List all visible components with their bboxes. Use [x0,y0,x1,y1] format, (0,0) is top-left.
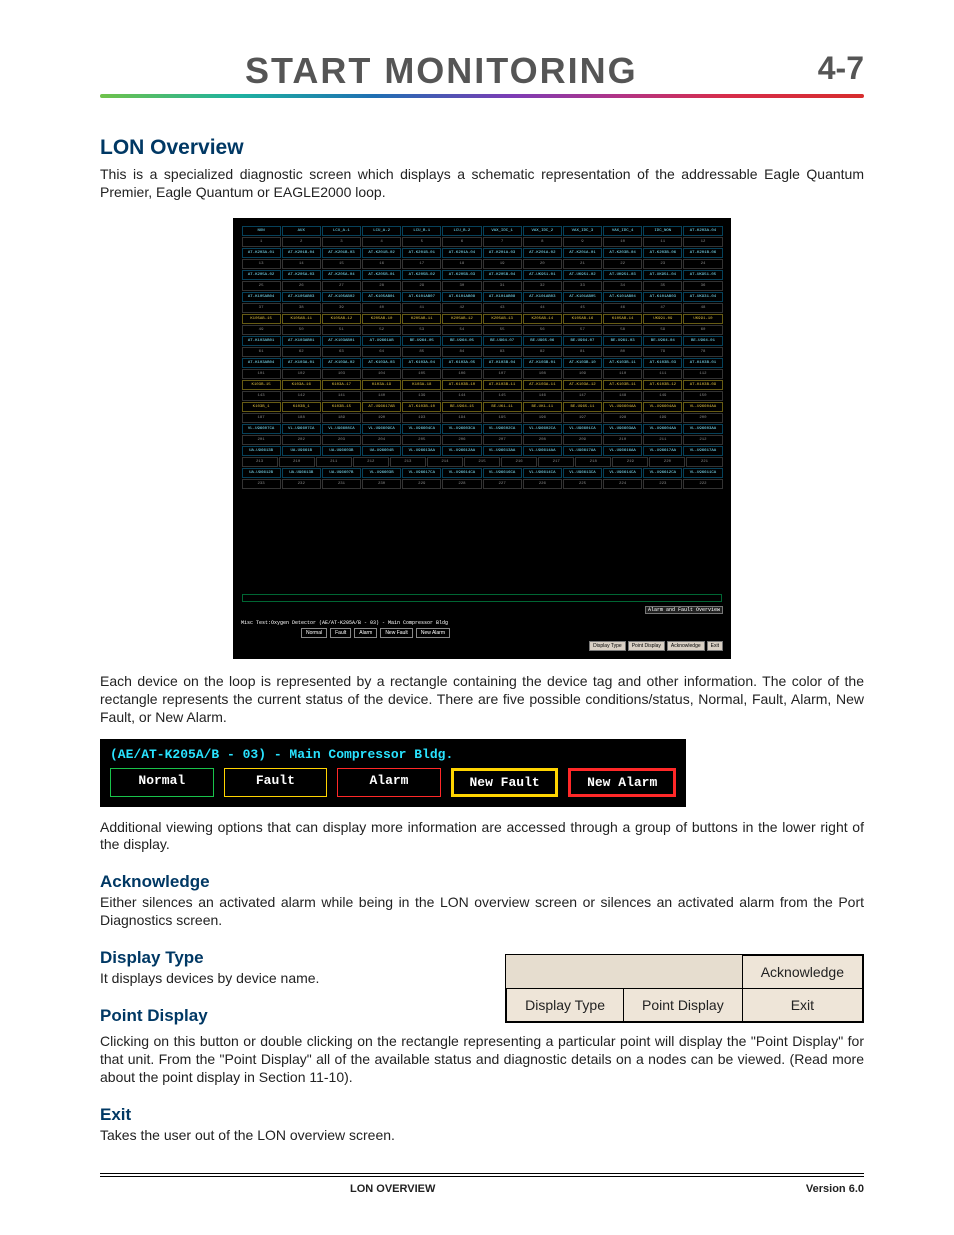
diag-status-fault: Fault [330,628,351,638]
legend-fault: Fault [224,768,328,797]
paragraph-point-display: Clicking on this button or double clicki… [100,1033,864,1087]
footer-section: LON OVERVIEW [100,1183,435,1195]
diag-status-normal: Normal [301,628,327,638]
fig-btn-point-display[interactable]: Point Display [624,989,743,1022]
legend-alarm: Alarm [337,768,441,797]
diag-alarm-fault-overview-label: Alarm and Fault Overview [645,606,723,614]
legend-new-fault: New Fault [451,768,559,797]
diag-status-alarm: Alarm [354,628,377,638]
header-gradient-rule [100,94,864,98]
diag-status-new-fault: New Fault [380,628,413,638]
fig-btn-display-type[interactable]: Display Type [507,989,624,1022]
lon-intro-paragraph: This is a specialized diagnostic screen … [100,166,864,202]
button-figure: Acknowledge Display Type Point Display E… [505,954,864,1023]
diag-btn-exit[interactable]: Exit [707,641,723,651]
page-footer: LON OVERVIEW Version 6.0 [100,1163,864,1195]
legend-normal: Normal [110,768,214,797]
heading-acknowledge: Acknowledge [100,872,864,892]
diag-btn-display-type[interactable]: Display Type [589,641,626,651]
footer-version: Version 6.0 [806,1183,864,1195]
section-lon-overview-heading: LON Overview [100,136,864,160]
legend-header: (AE/AT-K205A/B - 03) - Main Compressor B… [110,747,676,762]
heading-exit: Exit [100,1105,864,1125]
fig-btn-exit[interactable]: Exit [742,989,862,1022]
diag-btn-acknowledge[interactable]: Acknowledge [667,641,705,651]
paragraph-device-status: Each device on the loop is represented b… [100,673,864,727]
paragraph-exit: Takes the user out of the LON overview s… [100,1127,864,1145]
header-title: START MONITORING [245,50,638,92]
fig-btn-acknowledge[interactable]: Acknowledge [742,956,862,989]
header-page-number: 4-7 [818,50,864,87]
status-legend-screenshot: (AE/AT-K205A/B - 03) - Main Compressor B… [100,739,686,807]
paragraph-viewing-options: Additional viewing options that can disp… [100,819,864,855]
diag-btn-point-display[interactable]: Point Display [628,641,665,651]
diag-lowbar-text: Misc Test:Oxygen Detector (AE/AT-K205A/B… [241,620,723,626]
page-header: START MONITORING 4-7 [100,50,864,98]
legend-new-alarm: New Alarm [568,768,676,797]
paragraph-acknowledge: Either silences an activated alarm while… [100,894,864,930]
diag-status-new-alarm: New Alarm [416,628,450,638]
lon-diagnostic-screenshot: NONAUXLCU_A-1LCU_A-2LCU_B-1LCU_B-2VAX_ID… [233,218,731,659]
